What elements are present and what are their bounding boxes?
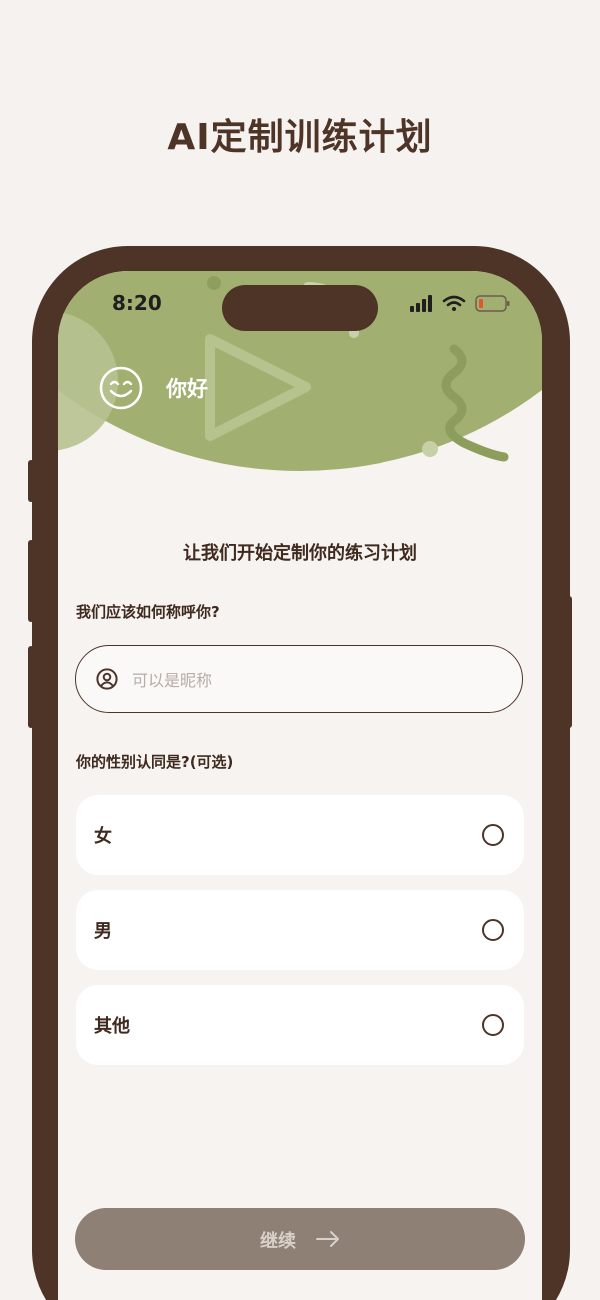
gender-option-female[interactable]: 女 [76,795,524,875]
gender-option-label: 其他 [94,1016,130,1037]
nickname-field[interactable] [75,645,523,713]
gender-option-label: 女 [94,826,112,847]
continue-button[interactable]: 继续 [75,1208,525,1270]
status-time: 8:20 [112,291,162,315]
arrow-right-icon [316,1231,339,1247]
side-button-volume-down [28,646,34,728]
deco-squiggle [441,344,509,462]
radio-button[interactable] [482,1014,504,1036]
continue-label: 继续 [260,1231,296,1252]
deco-dot-bottom [422,441,438,457]
page: AI定制训练计划 8:20 你好 让我们开始定制你的练习计划 我们应该如何称呼你… [0,0,600,1300]
side-button-power [566,596,572,728]
nickname-input[interactable] [130,662,504,698]
name-question: 我们应该如何称呼你? [76,603,220,621]
gender-question: 你的性别认同是?(可选) [76,753,234,771]
intro-title: 让我们开始定制你的练习计划 [183,543,417,564]
radio-button[interactable] [482,919,504,941]
gender-option-other[interactable]: 其他 [76,985,524,1065]
page-heading: AI定制训练计划 [167,117,433,158]
smiley-icon [99,366,143,410]
battery-icon [475,295,510,312]
deco-triangle [205,334,311,441]
phone-screen: 8:20 你好 让我们开始定制你的练习计划 我们应该如何称呼你? 可以是昵称 你… [58,271,542,1300]
radio-button[interactable] [482,824,504,846]
dynamic-island [222,285,378,331]
greeting-text: 你好 [166,377,208,401]
side-button-volume-up [28,540,34,622]
wifi-icon [442,295,466,311]
user-icon [96,668,118,690]
gender-option-label: 男 [94,921,112,942]
deco-dot-top [207,276,221,290]
status-icons [410,295,510,312]
side-button-silent [28,460,34,502]
gender-option-male[interactable]: 男 [76,890,524,970]
signal-icon [410,295,432,312]
